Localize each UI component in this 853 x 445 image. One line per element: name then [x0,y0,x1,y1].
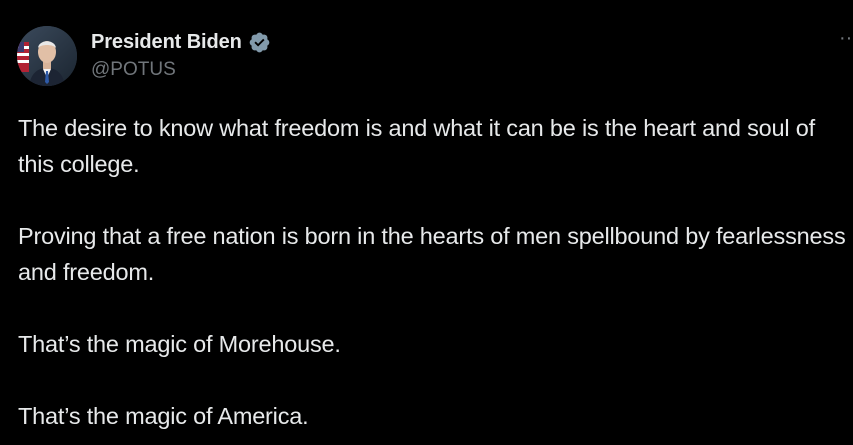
portrait-avatar-icon [17,26,77,86]
author-display-name[interactable]: President Biden [91,31,242,54]
tweet-card: President Biden @POTUS ·· The desire to … [0,0,853,445]
tweet-paragraph: That’s the magic of America. [18,403,309,429]
author-avatar[interactable] [17,26,77,86]
verified-badge-icon[interactable] [248,31,271,54]
tweet-paragraph: That’s the magic of Morehouse. [18,331,341,357]
tweet-text: The desire to know what freedom is and w… [18,110,848,434]
more-options-icon[interactable]: ·· [839,28,853,48]
tweet-paragraph: The desire to know what freedom is and w… [18,115,815,177]
tweet-paragraph: Proving that a free nation is born in th… [18,223,846,285]
author-handle[interactable]: @POTUS [91,59,176,81]
author-name-row: President Biden [91,29,271,55]
